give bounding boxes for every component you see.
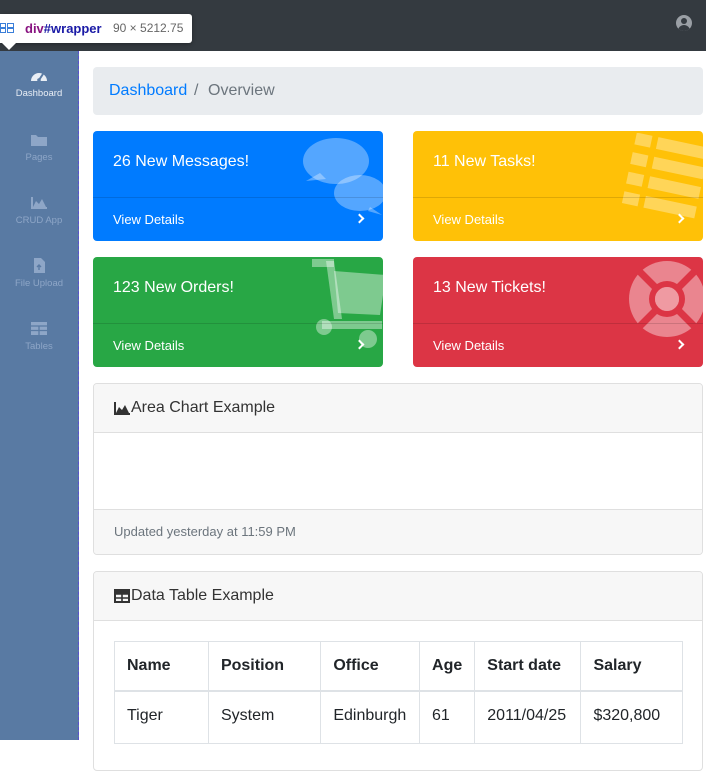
column-header-office[interactable]: Office [320,641,421,692]
table-cell: $320,800 [580,690,683,744]
tachometer-icon [30,68,48,83]
messages-card: 26 New Messages! View Details [93,131,383,241]
tasks-view-details-link[interactable]: View Details [413,197,703,241]
tickets-view-details-link[interactable]: View Details [413,323,703,367]
data-table-panel: Data Table Example Name Position Office … [93,571,703,771]
breadcrumb-current: Overview [208,82,275,99]
area-chart-panel: Area Chart Example Updated yesterday at … [93,383,703,555]
messages-card-title: 26 New Messages! [113,153,250,170]
tasks-card-title: 11 New Tasks! [433,153,536,170]
sidebar: Dashboard Pages CRUD App File Upload Tab… [0,51,79,740]
sidebar-item-file-upload[interactable]: File Upload [0,258,78,289]
sidebar-item-pages[interactable]: Pages [0,132,78,163]
table-cell: System [207,690,322,744]
tooltip-selector: div#wrapper [25,21,102,36]
chevron-right-icon [674,213,685,224]
orders-card-title: 123 New Orders! [113,279,234,296]
area-chart-icon [114,402,130,415]
area-chart-title: Area Chart Example [131,399,276,416]
tooltip-size: 90 × 5212.75 [113,21,184,35]
column-header-position[interactable]: Position [207,641,322,692]
breadcrumb-dashboard-link[interactable]: Dashboard [109,67,187,115]
chevron-right-icon [354,339,365,350]
user-circle-icon[interactable] [676,15,692,31]
table-cell: 2011/04/25 [474,690,582,744]
area-chart-footer: Updated yesterday at 11:59 PM [94,509,702,554]
file-icon [30,258,48,273]
table-icon [114,589,130,603]
column-header-start-date[interactable]: Start date [474,641,582,692]
column-header-age[interactable]: Age [419,641,476,692]
table-cell: Tiger [114,690,209,744]
devtools-element-tooltip: div#wrapper 90 × 5212.75 [0,14,192,50]
chevron-right-icon [354,213,365,224]
orders-card: 123 New Orders! View Details [93,257,383,367]
sidebar-item-tables[interactable]: Tables [0,321,78,352]
table-cell: 61 [419,690,476,744]
grid-layout-icon [0,23,14,33]
column-header-name[interactable]: Name [114,641,209,692]
orders-view-details-link[interactable]: View Details [93,323,383,367]
sidebar-item-crud-app[interactable]: CRUD App [0,195,78,226]
data-table-wrapper: Name Position Office Age Start date Sala… [114,641,683,744]
data-table: Name Position Office Age Start date Sala… [114,641,683,744]
chevron-right-icon [674,339,685,350]
area-chart-icon [30,195,48,210]
table-cell: Edinburgh [320,690,421,744]
messages-view-details-link[interactable]: View Details [93,197,383,241]
table-row: Tiger System Edinburgh 61 2011/04/25 $32… [114,690,683,744]
tickets-card: 13 New Tickets! View Details [413,257,703,367]
table-icon [30,321,48,336]
data-table-title: Data Table Example [131,587,274,604]
data-table-header: Data Table Example [94,572,702,621]
tickets-card-title: 13 New Tickets! [433,279,546,296]
sidebar-item-dashboard[interactable]: Dashboard [0,68,78,99]
table-header-row: Name Position Office Age Start date Sala… [114,641,683,692]
column-header-salary[interactable]: Salary [580,641,683,692]
breadcrumb: Dashboard / Overview [93,67,703,115]
tasks-card: 11 New Tasks! View Details [413,131,703,241]
breadcrumb-separator: / [194,82,199,99]
folder-icon [30,132,48,147]
area-chart-header: Area Chart Example [94,384,702,433]
